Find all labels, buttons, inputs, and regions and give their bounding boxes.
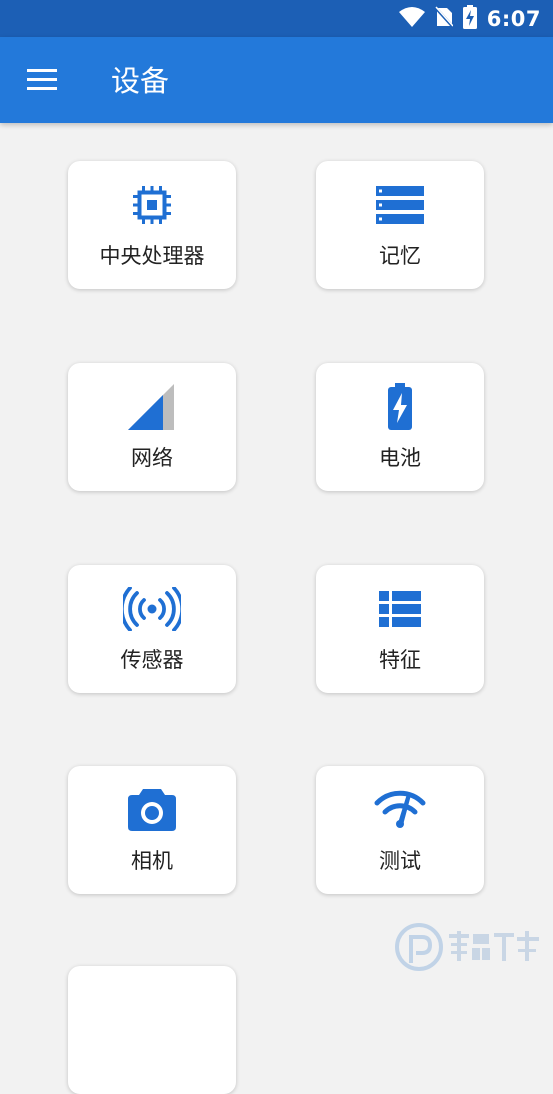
card-partial[interactable] <box>68 966 236 1094</box>
battery-charging-status-icon <box>462 4 477 33</box>
menu-button[interactable] <box>22 60 62 100</box>
page-title: 设备 <box>111 64 170 98</box>
hamburger-menu-icon <box>27 69 57 90</box>
status-icons: 6:07 <box>398 4 541 33</box>
wifi-test-icon <box>316 786 484 834</box>
card-cpu[interactable]: 中央处理器 <box>68 161 236 289</box>
card-features[interactable]: 特征 <box>316 565 484 693</box>
battery-charging-icon <box>316 383 484 431</box>
card-label: 电池 <box>379 446 421 470</box>
no-sim-icon <box>433 5 454 32</box>
signal-icon <box>68 383 236 431</box>
card-test[interactable]: 测试 <box>316 766 484 894</box>
cpu-icon <box>68 181 236 229</box>
wifi-icon <box>398 6 425 32</box>
card-label: 相机 <box>131 849 173 873</box>
watermark-logo <box>395 919 545 979</box>
features-list-icon <box>316 585 484 633</box>
card-battery[interactable]: 电池 <box>316 363 484 491</box>
card-sensors[interactable]: 传感器 <box>68 565 236 693</box>
status-bar: 6:07 <box>0 0 553 37</box>
card-label: 中央处理器 <box>99 244 205 268</box>
card-memory[interactable]: 记忆 <box>316 161 484 289</box>
card-label: 测试 <box>379 849 421 873</box>
card-camera[interactable]: 相机 <box>68 766 236 894</box>
card-label: 传感器 <box>120 648 184 672</box>
camera-icon <box>68 786 236 834</box>
card-label: 记忆 <box>379 244 421 268</box>
status-time: 6:07 <box>486 6 541 31</box>
sensor-icon <box>68 585 236 633</box>
card-network[interactable]: 网络 <box>68 363 236 491</box>
app-bar: 设备 <box>0 37 553 123</box>
memory-icon <box>316 181 484 229</box>
card-label: 特征 <box>379 648 421 672</box>
card-label: 网络 <box>131 446 173 470</box>
